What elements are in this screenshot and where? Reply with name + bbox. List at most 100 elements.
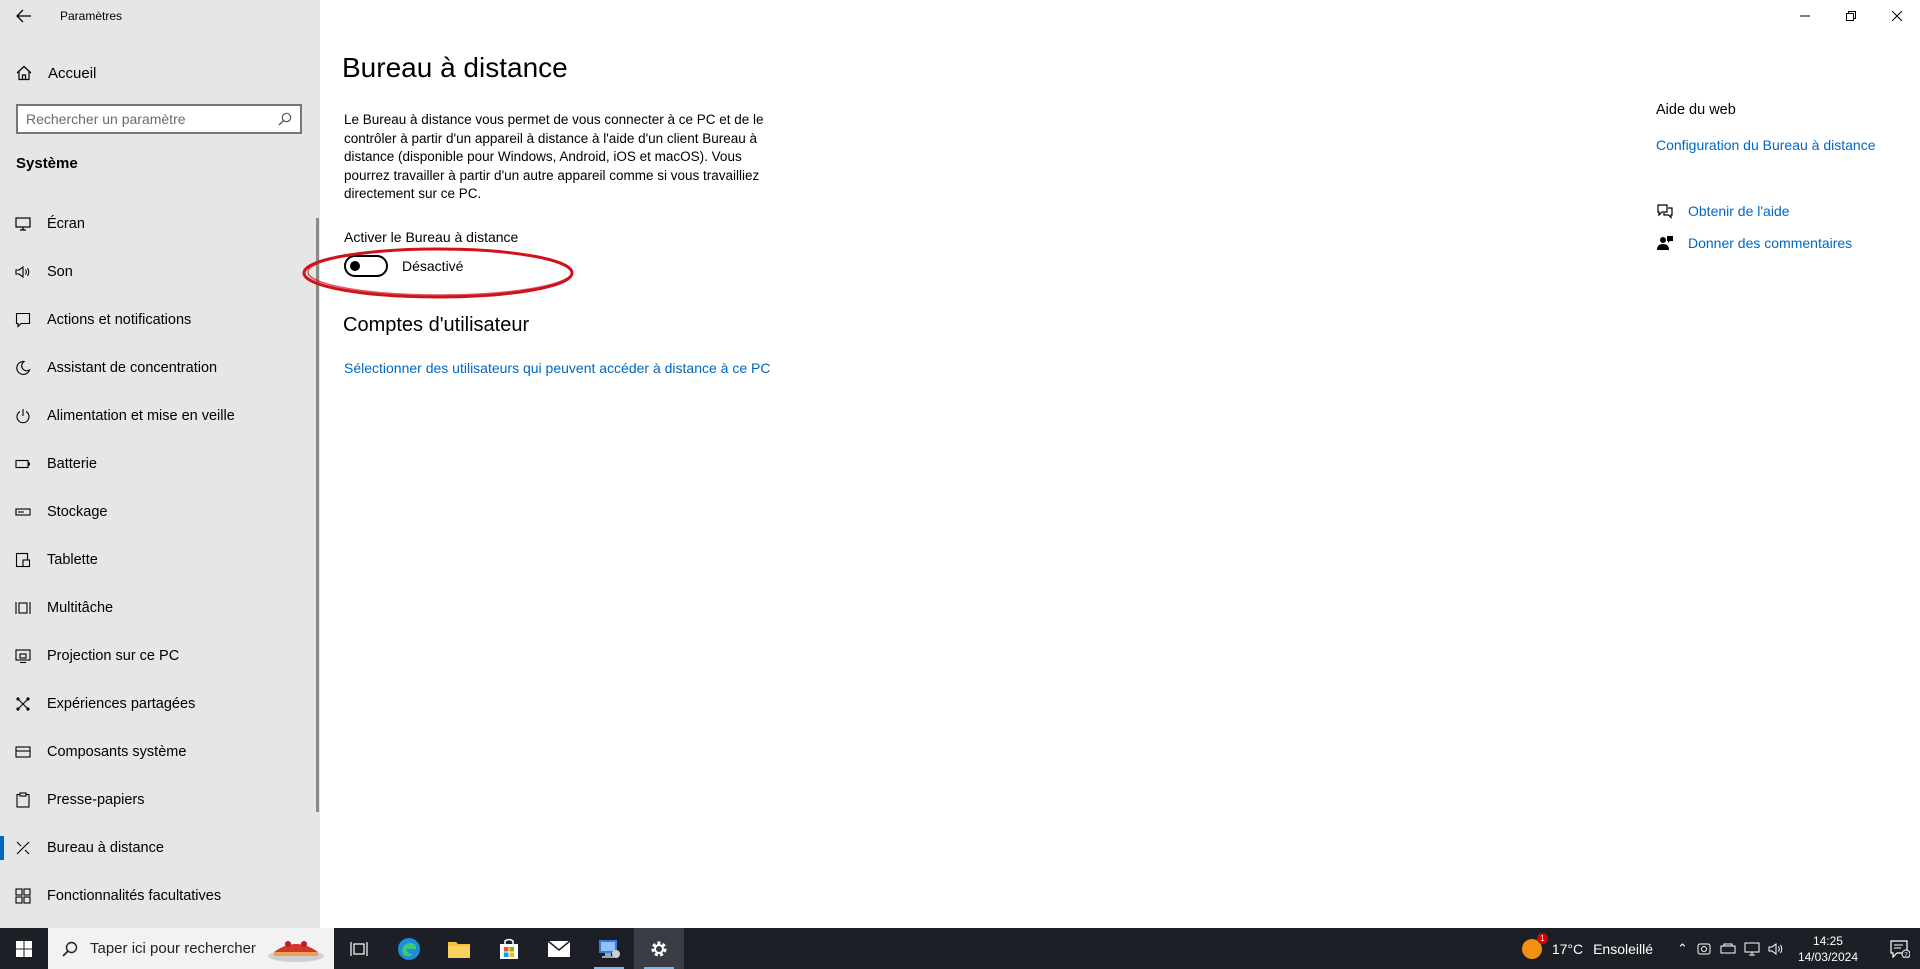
mail-button[interactable] — [534, 928, 584, 969]
optional-features-icon — [14, 887, 32, 905]
taskbar-search-placeholder: Taper ici pour rechercher — [90, 940, 256, 957]
usb-device-icon[interactable] — [1720, 943, 1736, 955]
sidebar-item-presse-papiers[interactable]: Presse-papiers — [0, 776, 320, 824]
sidebar-item-label: Écran — [47, 216, 85, 232]
power-icon — [14, 407, 32, 425]
store-button[interactable] — [484, 928, 534, 969]
clipboard-icon — [14, 791, 32, 809]
sidebar-item-tablette[interactable]: Tablette — [0, 536, 320, 584]
folder-icon — [448, 941, 470, 958]
feedback-row[interactable]: Donner des commentaires — [1656, 234, 1852, 252]
remote-desktop-app-icon — [599, 939, 620, 958]
sidebar-item-composants-systeme[interactable]: Composants système — [0, 728, 320, 776]
sidebar-item-experiences-partagees[interactable]: Expériences partagées — [0, 680, 320, 728]
title-bar: Paramètres — [0, 0, 320, 32]
get-help-row[interactable]: Obtenir de l'aide — [1656, 203, 1790, 219]
sidebar-item-assistant-concentration[interactable]: Assistant de concentration — [0, 344, 320, 392]
chevron-up-icon[interactable]: ⌃ — [1677, 941, 1688, 957]
clock[interactable]: 14:25 14/03/2024 — [1798, 933, 1858, 965]
window-controls — [1782, 0, 1920, 32]
back-button[interactable] — [0, 0, 48, 32]
sidebar-item-label: Son — [47, 264, 73, 280]
search-highlight-pie-icon — [268, 941, 324, 962]
sidebar-item-label: Alimentation et mise en veille — [47, 408, 235, 424]
file-explorer-button[interactable] — [434, 928, 484, 969]
sidebar-item-label: Actions et notifications — [47, 312, 192, 328]
home-label: Accueil — [48, 64, 97, 82]
web-help-title: Aide du web — [1656, 102, 1736, 118]
feedback-icon — [1656, 234, 1674, 252]
gear-icon — [651, 941, 667, 956]
search-placeholder: Rechercher un paramètre — [26, 111, 186, 127]
toggle-label: Activer le Bureau à distance — [344, 229, 519, 245]
taskbar: Taper ici pour rechercher 1 17°C Ensolei… — [0, 928, 1920, 969]
taskbar-search-input[interactable]: Taper ici pour rechercher — [48, 928, 334, 969]
tray-icons: ⌃ — [1677, 941, 1784, 957]
nav-list: Écran Son Actions et notifications Assis… — [0, 200, 320, 920]
minimize-button[interactable] — [1782, 0, 1828, 32]
components-icon — [14, 743, 32, 761]
cloud-sync-icon[interactable] — [1696, 942, 1712, 956]
section-title: Système — [16, 155, 78, 172]
settings-app-button[interactable] — [634, 928, 684, 969]
sidebar-item-label: Batterie — [47, 456, 97, 472]
sidebar-item-alimentation[interactable]: Alimentation et mise en veille — [0, 392, 320, 440]
sidebar-item-fonctionnalites-facultatives[interactable]: Fonctionnalités facultatives — [0, 872, 320, 920]
weather-temp: 17°C — [1551, 940, 1584, 957]
sidebar-item-bureau-distance[interactable]: Bureau à distance — [0, 824, 320, 872]
sidebar-item-label: Tablette — [47, 552, 98, 568]
sun-icon: 1 — [1521, 932, 1548, 959]
minimize-icon — [1800, 15, 1810, 17]
sidebar: Paramètres Accueil Rechercher un paramèt… — [0, 0, 320, 928]
back-arrow-icon — [16, 9, 31, 23]
moon-icon — [14, 359, 32, 377]
sidebar-item-label: Projection sur ce PC — [47, 648, 180, 664]
remote-desktop-app-button[interactable] — [584, 928, 634, 969]
get-help-link[interactable]: Obtenir de l'aide — [1688, 203, 1790, 219]
select-users-link[interactable]: Sélectionner des utilisateurs qui peuven… — [344, 360, 770, 376]
projection-icon — [14, 647, 32, 665]
tablet-icon — [14, 551, 32, 569]
page-title: Bureau à distance — [342, 52, 568, 83]
weather-widget[interactable]: 1 17°C Ensoleillé — [1521, 932, 1653, 959]
feedback-link[interactable]: Donner des commentaires — [1688, 235, 1852, 251]
sidebar-item-label: Presse-papiers — [47, 792, 145, 808]
app-title: Paramètres — [60, 9, 123, 23]
storage-icon — [14, 503, 32, 521]
close-icon — [1892, 11, 1902, 21]
remote-desktop-icon — [14, 839, 32, 857]
mail-icon — [547, 939, 571, 957]
sidebar-item-label: Stockage — [47, 504, 108, 520]
settings-search-input[interactable]: Rechercher un paramètre — [16, 104, 302, 134]
edge-button[interactable] — [384, 928, 434, 969]
annotation-oval — [302, 247, 574, 299]
sidebar-item-batterie[interactable]: Batterie — [0, 440, 320, 488]
clock-time: 14:25 — [1812, 933, 1843, 948]
sidebar-item-multitache[interactable]: Multitâche — [0, 584, 320, 632]
sidebar-item-actions-notifications[interactable]: Actions et notifications — [0, 296, 320, 344]
home-link[interactable]: Accueil — [16, 58, 96, 88]
clock-date: 14/03/2024 — [1797, 949, 1858, 964]
notification-center-icon: 2 — [1890, 939, 1910, 958]
notification-icon — [14, 311, 32, 329]
volume-icon[interactable] — [1768, 942, 1784, 956]
task-view-button[interactable] — [334, 928, 384, 969]
network-icon[interactable] — [1744, 942, 1760, 956]
config-link[interactable]: Configuration du Bureau à distance — [1656, 137, 1875, 153]
sidebar-item-son[interactable]: Son — [0, 248, 320, 296]
start-button[interactable] — [0, 928, 48, 969]
close-button[interactable] — [1874, 0, 1920, 32]
accounts-title: Comptes d'utilisateur — [343, 314, 530, 336]
search-icon[interactable] — [278, 112, 292, 126]
sidebar-item-ecran[interactable]: Écran — [0, 200, 320, 248]
sidebar-item-stockage[interactable]: Stockage — [0, 488, 320, 536]
store-icon — [500, 938, 518, 959]
restore-icon — [1846, 11, 1856, 21]
sidebar-item-label: Expériences partagées — [47, 696, 196, 712]
sidebar-item-label: Fonctionnalités facultatives — [47, 888, 222, 904]
sidebar-item-projection[interactable]: Projection sur ce PC — [0, 632, 320, 680]
weather-badge: 1 — [1536, 932, 1548, 944]
sidebar-scrollbar[interactable] — [316, 218, 319, 812]
notification-center-button[interactable]: 2 — [1880, 939, 1920, 958]
restore-button[interactable] — [1828, 0, 1874, 32]
